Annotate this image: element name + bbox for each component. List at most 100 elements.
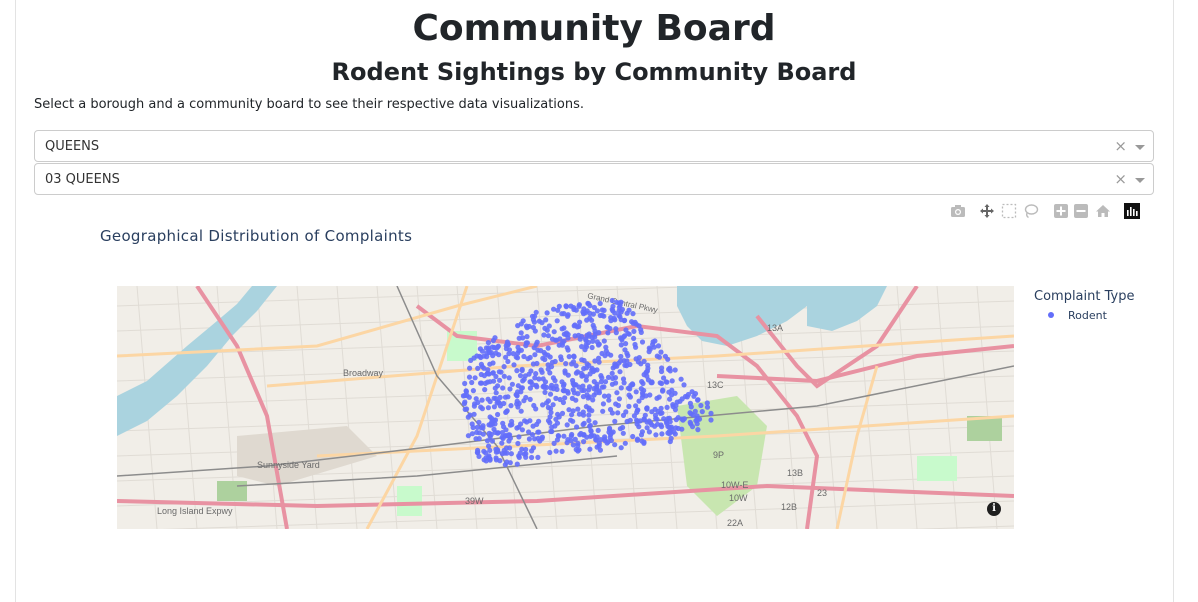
rodent-point[interactable] [521, 451, 527, 457]
rodent-point[interactable] [652, 423, 658, 429]
rodent-point[interactable] [678, 376, 684, 382]
rodent-point[interactable] [523, 343, 529, 349]
rodent-point[interactable] [639, 339, 646, 345]
rodent-point[interactable] [644, 369, 650, 375]
rodent-point[interactable] [533, 406, 539, 412]
rodent-point[interactable] [501, 447, 507, 453]
rodent-point[interactable] [568, 303, 574, 309]
rodent-point[interactable] [558, 356, 564, 363]
rodent-point[interactable] [596, 330, 602, 336]
rodent-point[interactable] [467, 412, 473, 418]
rodent-point[interactable] [518, 408, 524, 414]
rodent-point[interactable] [581, 432, 587, 438]
rodent-point[interactable] [554, 318, 560, 324]
rodent-point[interactable] [502, 462, 508, 468]
rodent-point[interactable] [514, 398, 520, 404]
rodent-point[interactable] [562, 395, 568, 401]
rodent-point[interactable] [626, 307, 632, 313]
rodent-point[interactable] [667, 396, 673, 402]
rodent-point[interactable] [562, 370, 568, 376]
rodent-point[interactable] [570, 418, 576, 424]
rodent-point[interactable] [594, 444, 600, 450]
rodent-point[interactable] [493, 390, 499, 396]
rodent-point[interactable] [485, 371, 491, 377]
rodent-point[interactable] [574, 424, 580, 430]
rodent-point[interactable] [638, 432, 645, 438]
rodent-point[interactable] [615, 410, 621, 416]
rodent-point[interactable] [613, 330, 619, 336]
rodent-point[interactable] [476, 453, 482, 459]
rodent-point[interactable] [541, 332, 547, 338]
rodent-point[interactable] [657, 410, 664, 416]
rodent-point[interactable] [544, 400, 550, 406]
rodent-point[interactable] [666, 415, 673, 421]
info-icon[interactable]: i [987, 502, 1001, 516]
rodent-point[interactable] [589, 317, 595, 323]
rodent-point[interactable] [488, 431, 494, 437]
rodent-point[interactable] [509, 422, 515, 428]
rodent-point[interactable] [679, 396, 685, 402]
clear-x-icon[interactable]: × [1114, 138, 1127, 154]
rodent-point[interactable] [497, 394, 503, 400]
rodent-point[interactable] [654, 353, 660, 359]
rodent-point[interactable] [673, 417, 679, 423]
rodent-point[interactable] [532, 352, 538, 358]
rodent-point[interactable] [496, 352, 502, 358]
rodent-point[interactable] [573, 363, 579, 369]
rodent-point[interactable] [586, 394, 592, 400]
rodent-point[interactable] [614, 390, 620, 396]
rodent-point[interactable] [622, 440, 628, 446]
rodent-point[interactable] [545, 333, 551, 339]
rodent-point[interactable] [481, 353, 487, 359]
rodent-point[interactable] [664, 420, 670, 426]
rodent-point[interactable] [614, 299, 620, 305]
rodent-point[interactable] [532, 436, 538, 442]
rodent-point[interactable] [591, 367, 598, 373]
rodent-point[interactable] [601, 307, 607, 313]
rodent-point[interactable] [523, 323, 529, 329]
rodent-point[interactable] [576, 332, 582, 338]
rodent-point[interactable] [584, 317, 590, 323]
rodent-point[interactable] [466, 394, 472, 400]
rodent-point[interactable] [508, 451, 514, 457]
rodent-point[interactable] [654, 395, 660, 401]
rodent-point[interactable] [687, 410, 693, 416]
rodent-point[interactable] [499, 440, 505, 446]
rodent-point[interactable] [528, 368, 534, 374]
rodent-point[interactable] [482, 450, 489, 456]
rodent-point[interactable] [605, 324, 611, 330]
rodent-point[interactable] [603, 348, 609, 354]
rodent-point[interactable] [607, 425, 613, 431]
rodent-point[interactable] [503, 409, 510, 415]
rodent-point[interactable] [529, 313, 536, 319]
plotly-logo-icon[interactable] [1124, 203, 1140, 219]
rodent-point[interactable] [672, 367, 678, 373]
rodent-point[interactable] [519, 367, 525, 374]
rodent-point[interactable] [602, 353, 608, 359]
rodent-point[interactable] [514, 425, 520, 431]
rodent-point[interactable] [514, 392, 520, 398]
rodent-point[interactable] [504, 339, 510, 345]
rodent-point[interactable] [482, 387, 488, 393]
rodent-point[interactable] [590, 322, 596, 328]
rodent-point[interactable] [630, 382, 636, 388]
rodent-point[interactable] [527, 354, 533, 361]
rodent-point[interactable] [581, 439, 587, 445]
rodent-point[interactable] [633, 389, 639, 395]
rodent-point[interactable] [559, 311, 565, 317]
rodent-point[interactable] [547, 391, 554, 397]
rodent-point[interactable] [626, 403, 632, 409]
rodent-point[interactable] [563, 361, 569, 367]
rodent-point[interactable] [563, 303, 569, 309]
rodent-point[interactable] [485, 405, 491, 411]
rodent-point[interactable] [472, 375, 478, 381]
rodent-point[interactable] [555, 433, 561, 439]
rodent-point[interactable] [616, 304, 622, 310]
rodent-point[interactable] [630, 433, 636, 440]
rodent-point[interactable] [553, 448, 559, 454]
rodent-point[interactable] [664, 379, 670, 385]
rodent-point[interactable] [559, 379, 565, 385]
rodent-point[interactable] [621, 318, 627, 324]
rodent-point[interactable] [652, 412, 659, 418]
rodent-point[interactable] [695, 427, 701, 433]
